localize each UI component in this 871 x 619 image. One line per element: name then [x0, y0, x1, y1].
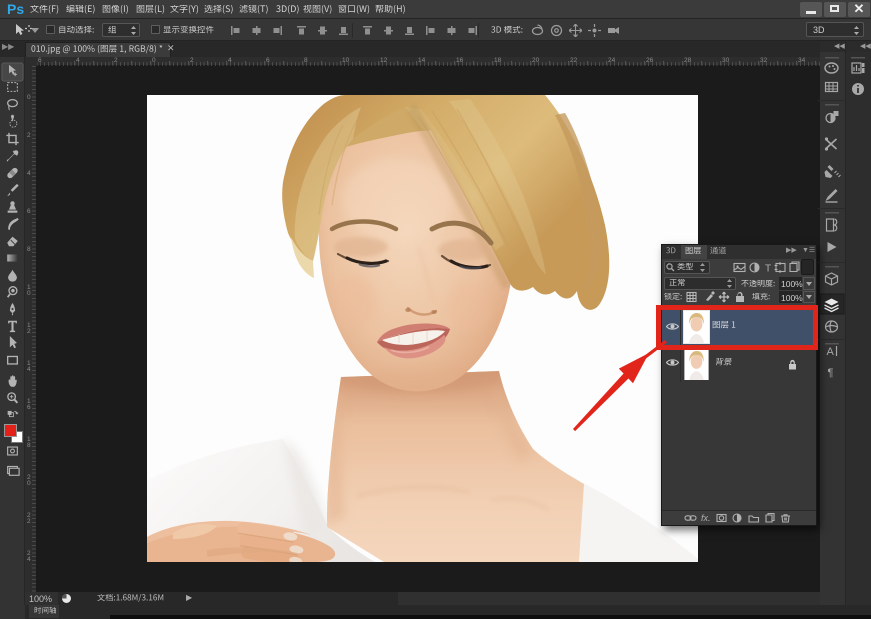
svg-text:T: T [765, 264, 771, 275]
svg-text:fx.: fx. [701, 513, 711, 523]
